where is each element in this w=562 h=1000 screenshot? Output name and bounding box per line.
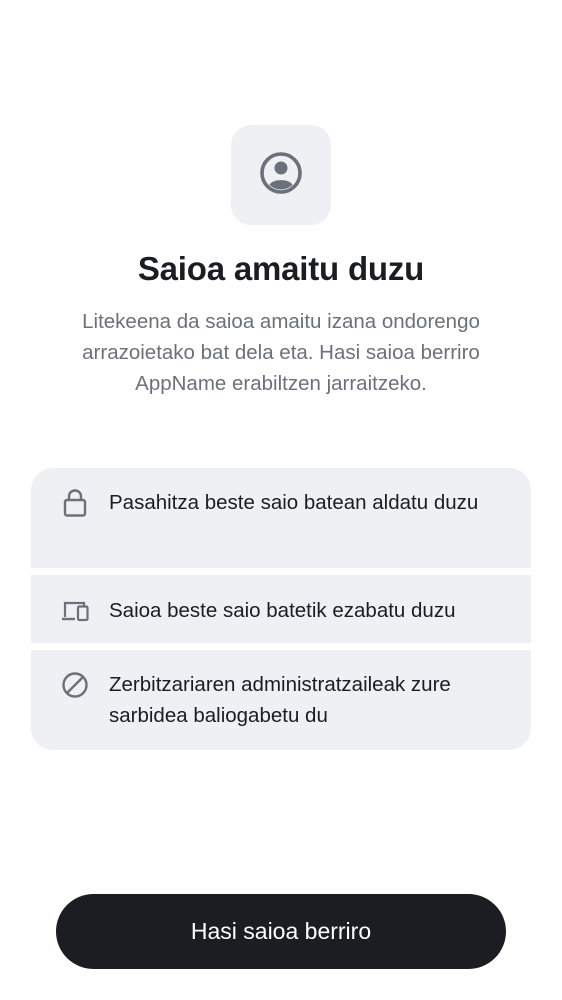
block-icon [60,670,90,700]
reason-text: Saioa beste saio batetik ezabatu duzu [109,599,456,622]
user-circle-icon [259,151,303,200]
reason-item-session-removed: Saioa beste saio batetik ezabatu duzu [31,575,531,643]
page-subtitle: Litekeena da saioa amaitu izana ondoreng… [82,310,480,395]
devices-icon [60,596,90,626]
header-icon-container [231,125,331,225]
lock-icon [60,488,90,518]
sign-in-again-button[interactable]: Hasi saioa berriro [56,894,506,969]
reason-item-access-revoked: Zerbitzariaren administratzaileak zure s… [31,650,531,750]
reason-item-password-changed: Pasahitza beste saio batean aldatu duzu [31,468,531,568]
page-title: Saioa amaitu duzu [137,250,425,287]
reasons-list: Pasahitza beste saio batean aldatu duzu … [31,468,531,750]
reason-text: Pasahitza beste saio batean aldatu duzu [109,491,479,514]
reason-text: Zerbitzariaren administratzaileak zure s… [109,673,451,727]
